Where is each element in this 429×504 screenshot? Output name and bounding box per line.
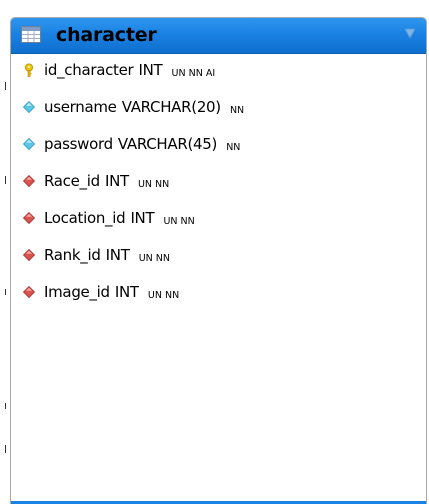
column-flags: UN NN AI	[171, 68, 216, 79]
column-flags: NN	[226, 142, 241, 153]
column-name: id_character	[44, 61, 134, 79]
column-name: password	[44, 135, 113, 153]
foreign-key-icon	[22, 211, 36, 225]
foreign-key-icon	[22, 285, 36, 299]
column-name: Rank_id	[44, 246, 101, 264]
column-flags: UN NN	[137, 179, 170, 190]
column-row-username[interactable]: username VARCHAR(20) NN	[11, 92, 426, 122]
column-type: VARCHAR(20)	[121, 98, 221, 116]
column-text: Rank_id INT UN NN	[44, 245, 170, 269]
table-header[interactable]: character	[11, 18, 426, 54]
column-text: Location_id INT UN NN	[44, 208, 195, 232]
column-row-id-character[interactable]: id_character INT UN NN AI	[11, 55, 426, 85]
column-type: INT	[138, 61, 163, 79]
column-icon	[22, 137, 36, 151]
foreign-key-icon	[22, 174, 36, 188]
column-row-password[interactable]: password VARCHAR(45) NN	[11, 129, 426, 159]
relationship-connector-stubs	[0, 0, 10, 504]
collapse-arrow-icon[interactable]	[404, 28, 416, 39]
column-text: password VARCHAR(45) NN	[44, 134, 240, 158]
column-text: Race_id INT UN NN	[44, 171, 169, 195]
column-name: Location_id	[44, 209, 126, 227]
column-icon	[22, 100, 36, 114]
column-type: VARCHAR(45)	[117, 135, 218, 153]
column-name: Race_id	[44, 172, 100, 190]
column-type: INT	[105, 246, 130, 264]
column-flags: UN NN	[147, 290, 180, 301]
column-flags: UN NN	[163, 216, 195, 227]
table-title: character	[56, 24, 157, 46]
table-icon	[21, 26, 41, 43]
column-row-location-id[interactable]: Location_id INT UN NN	[11, 203, 426, 233]
column-flags: NN	[229, 105, 245, 116]
column-name: Image_id	[44, 283, 110, 301]
primary-key-icon	[25, 63, 33, 77]
column-row-race-id[interactable]: Race_id INT UN NN	[11, 166, 426, 196]
column-type: INT	[114, 283, 139, 301]
column-text: username VARCHAR(20) NN	[44, 97, 244, 121]
table-character[interactable]: character id_character INT UN NN AI user…	[10, 17, 427, 504]
column-row-image-id[interactable]: Image_id INT UN NN	[11, 277, 426, 307]
column-type: INT	[130, 209, 155, 227]
column-type: INT	[104, 172, 129, 190]
column-text: Image_id INT UN NN	[44, 282, 179, 306]
foreign-key-icon	[22, 248, 36, 262]
diagram-canvas: character id_character INT UN NN AI user…	[0, 0, 429, 504]
column-flags: UN NN	[138, 253, 170, 264]
column-name: username	[44, 98, 117, 116]
column-row-rank-id[interactable]: Rank_id INT UN NN	[11, 240, 426, 270]
column-text: id_character INT UN NN AI	[44, 60, 215, 84]
